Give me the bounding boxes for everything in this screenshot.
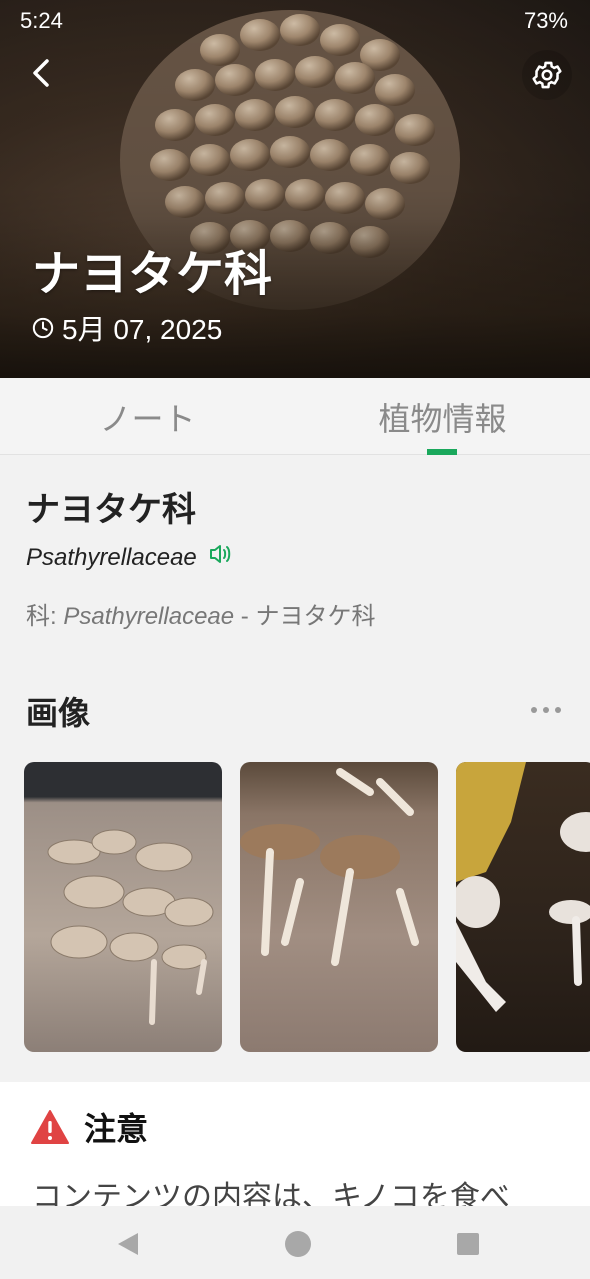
warning-header: 注意 bbox=[30, 1104, 148, 1150]
family-label: 科: bbox=[26, 603, 57, 630]
tab-notes[interactable]: ノート bbox=[0, 378, 295, 455]
mushroom-stems-photo bbox=[240, 768, 419, 966]
chevron-left-icon bbox=[33, 59, 49, 87]
triangle-back-icon bbox=[118, 1233, 138, 1255]
scientific-name-row: Psathyrellaceae bbox=[26, 543, 233, 572]
page-title: ナヨタケ科 bbox=[32, 246, 273, 302]
warning-card: 注意 コンテンツの内容は、キノコを食べ bbox=[0, 1082, 590, 1215]
active-tab-indicator bbox=[427, 449, 457, 455]
images-heading: 画像 bbox=[26, 694, 91, 732]
date-label: 5月 07, 2025 bbox=[32, 308, 222, 348]
scientific-name: Psathyrellaceae bbox=[26, 543, 197, 571]
species-info: ナヨタケ科 Psathyrellaceae 科: Psathyrellaceae… bbox=[0, 456, 590, 656]
date-text: 5月 07, 2025 bbox=[62, 314, 223, 345]
family-latin[interactable]: Psathyrellaceae bbox=[63, 603, 234, 630]
tab-plant-info[interactable]: 植物情報 bbox=[295, 378, 590, 455]
image-thumbnail-2[interactable] bbox=[240, 762, 438, 1052]
settings-button[interactable] bbox=[522, 50, 572, 100]
system-nav-bar bbox=[0, 1206, 590, 1279]
warning-icon bbox=[31, 1110, 69, 1144]
status-battery: 73% bbox=[523, 8, 568, 33]
family-row: 科: Psathyrellaceae - ナヨタケ科 bbox=[26, 596, 375, 631]
forest-mushroom-photo bbox=[456, 762, 590, 1012]
species-name: ナヨタケ科 bbox=[26, 490, 196, 530]
nav-home-button[interactable] bbox=[280, 1226, 316, 1262]
gear-icon bbox=[532, 61, 562, 89]
image-thumbnail-3[interactable] bbox=[456, 762, 590, 1052]
speaker-icon bbox=[209, 545, 231, 563]
tab-notes-label: ノート bbox=[99, 399, 196, 438]
back-button[interactable] bbox=[18, 50, 64, 96]
tab-plant-info-label: 植物情報 bbox=[378, 399, 507, 438]
nav-back-button[interactable] bbox=[110, 1226, 146, 1262]
mushroom-pile-photo bbox=[47, 829, 214, 1025]
circle-home-icon bbox=[285, 1231, 311, 1257]
image-thumbnail-1[interactable] bbox=[24, 762, 222, 1052]
pronounce-button[interactable] bbox=[209, 543, 233, 572]
warning-title: 注意 bbox=[84, 1110, 149, 1148]
more-horizontal-icon bbox=[531, 707, 561, 713]
clock-icon bbox=[32, 317, 54, 339]
square-recents-icon bbox=[457, 1233, 479, 1255]
family-japanese: - ナヨタケ科 bbox=[240, 603, 376, 630]
nav-recents-button[interactable] bbox=[450, 1226, 486, 1262]
status-bar: 5:24 73% bbox=[0, 0, 590, 40]
hero-image: 5:24 73% ナヨタケ科 5月 07, 2025 bbox=[0, 0, 590, 378]
tab-bar: ノート 植物情報 bbox=[0, 378, 590, 455]
status-time: 5:24 bbox=[20, 8, 63, 33]
more-options-button[interactable] bbox=[526, 694, 566, 726]
